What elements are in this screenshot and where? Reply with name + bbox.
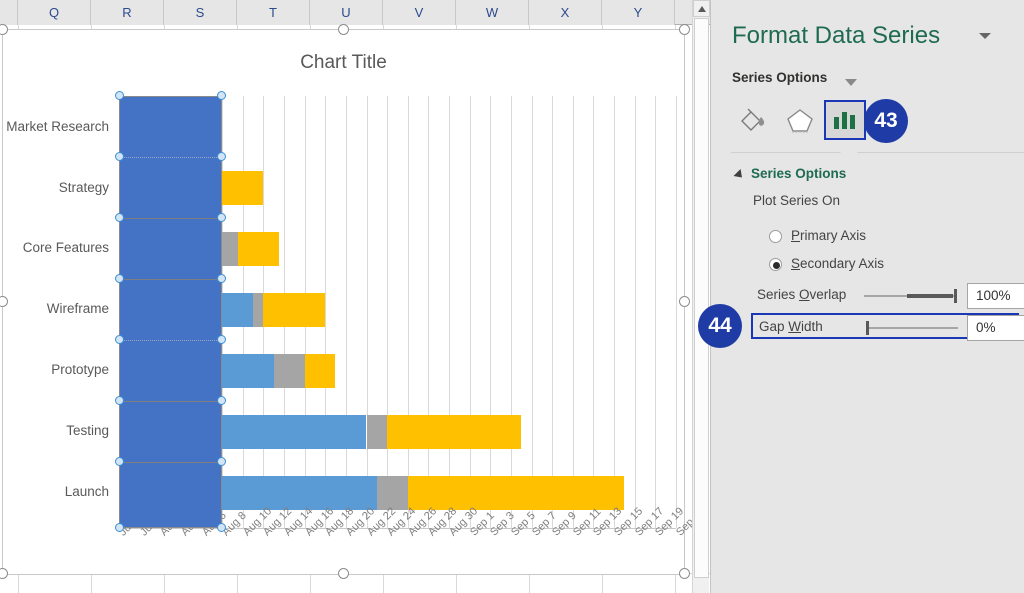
series-handle[interactable] [115,152,124,161]
series-handle[interactable] [217,274,226,283]
chart-handle-top-left[interactable] [0,24,8,35]
column-header-u[interactable]: U [310,0,383,25]
radio-button-icon[interactable] [769,230,782,243]
category-label-launch: Launch [65,482,109,502]
select-all-corner[interactable] [0,0,18,25]
value-axis-ticks[interactable]: Jul 29 Jul 31 Aug 2 Aug 4 Aug 6 Aug 8 Au… [119,530,699,590]
chart-handle-bottom-center[interactable] [338,568,349,579]
gap-width-slider-knob[interactable] [866,321,869,335]
series-handle[interactable] [115,213,124,222]
segment-elapsed[interactable] [222,293,253,327]
series-overlap-value: 100% [976,288,1011,303]
segment-buffer[interactable] [408,476,625,510]
pane-title: Format Data Series [732,22,940,50]
format-data-series-pane[interactable]: Format Data Series Series Options [710,0,1024,593]
gap-width-label: Gap Width [759,319,823,334]
series-handle[interactable] [217,335,226,344]
fill-and-line-icon[interactable] [732,100,774,140]
scrollbar-thumb[interactable] [694,18,709,578]
pane-subtitle[interactable]: Series Options [732,70,827,85]
column-header-q[interactable]: Q [18,0,91,25]
gap-width-slider[interactable] [866,327,958,329]
series-options-icon[interactable] [824,100,866,140]
series-overlap-slider-knob[interactable] [954,289,957,303]
segment-remaining[interactable] [377,476,408,510]
series-handle[interactable] [115,457,124,466]
series-handle[interactable] [115,523,124,532]
segment-buffer[interactable] [238,232,279,266]
selected-tab-pointer [840,144,858,153]
selected-data-series[interactable] [119,96,222,528]
chart-title[interactable]: Chart Title [3,52,684,74]
radio-button-icon[interactable] [769,258,782,271]
series-handle[interactable] [217,213,226,222]
chart-handle-top-right[interactable] [679,24,690,35]
series-options-section-header[interactable]: Series Options [751,166,846,181]
chart-object[interactable]: Chart Title Market Research Strategy Cor… [2,29,685,575]
chart-handle-top-center[interactable] [338,24,349,35]
spreadsheet-area[interactable]: Q R S T U V W X Y Chart Title Market Res… [0,0,710,593]
segment-elapsed[interactable] [222,415,366,449]
series-handle[interactable] [217,152,226,161]
segment-elapsed[interactable] [222,476,377,510]
series-handle[interactable] [115,274,124,283]
series-handle[interactable] [115,335,124,344]
gap-width-field[interactable]: Gap Width 0% [751,313,1019,339]
chart-handle-bottom-right[interactable] [679,568,690,579]
series-handle[interactable] [217,523,226,532]
segment-elapsed[interactable] [222,354,274,388]
segment-remaining[interactable] [222,232,238,266]
segment-remaining[interactable] [367,415,388,449]
callout-badge-44: 44 [698,304,742,348]
column-header-t[interactable]: T [237,0,310,25]
series-handle[interactable] [115,396,124,405]
category-label-core-features: Core Features [23,238,109,258]
chevron-down-icon[interactable] [979,33,991,39]
column-header-v[interactable]: V [383,0,456,25]
category-label-market-research: Market Research [6,117,109,137]
series-handle[interactable] [217,457,226,466]
plot-area[interactable] [119,96,676,528]
effects-icon[interactable] [779,100,821,140]
series-handle[interactable] [115,91,124,100]
pane-divider [731,152,1024,153]
category-label-strategy: Strategy [59,178,109,198]
segment-buffer[interactable] [387,415,521,449]
vertical-scrollbar[interactable] [692,0,709,593]
category-axis[interactable]: Market Research Strategy Core Features W… [3,96,117,528]
collapse-triangle-icon[interactable] [733,169,745,181]
gap-width-value: 0% [976,320,996,335]
series-overlap-field[interactable]: Series Overlap 100% [751,283,1019,309]
column-header-w[interactable]: W [456,0,529,25]
category-label-prototype: Prototype [51,360,109,380]
series-handle[interactable] [217,91,226,100]
segment-buffer[interactable] [305,354,336,388]
scroll-up-icon[interactable] [693,0,710,17]
radio-primary-axis-label: Primary Axis [791,228,866,243]
series-overlap-spinbox[interactable]: 100% [967,283,1024,309]
column-header-row: Q R S T U V W X Y [0,0,710,25]
segment-remaining[interactable] [274,354,305,388]
category-label-wireframe: Wireframe [47,299,109,319]
segment-buffer[interactable] [263,293,325,327]
chevron-down-icon[interactable] [845,79,857,86]
radio-secondary-axis-label: Secondary Axis [791,256,884,271]
series-overlap-label: Series Overlap [757,287,846,302]
chart-handle-middle-right[interactable] [679,296,690,307]
series-handle[interactable] [217,396,226,405]
category-label-testing: Testing [66,421,109,441]
column-header-s[interactable]: S [164,0,237,25]
column-header-r[interactable]: R [91,0,164,25]
gap-width-spinbox[interactable]: 0% [967,315,1024,341]
column-header-x[interactable]: X [529,0,602,25]
column-header-y[interactable]: Y [602,0,675,25]
plot-series-on-label: Plot Series On [753,193,840,208]
segment-remaining[interactable] [253,293,263,327]
segment-buffer[interactable] [222,171,263,205]
callout-badge-43: 43 [864,99,908,143]
